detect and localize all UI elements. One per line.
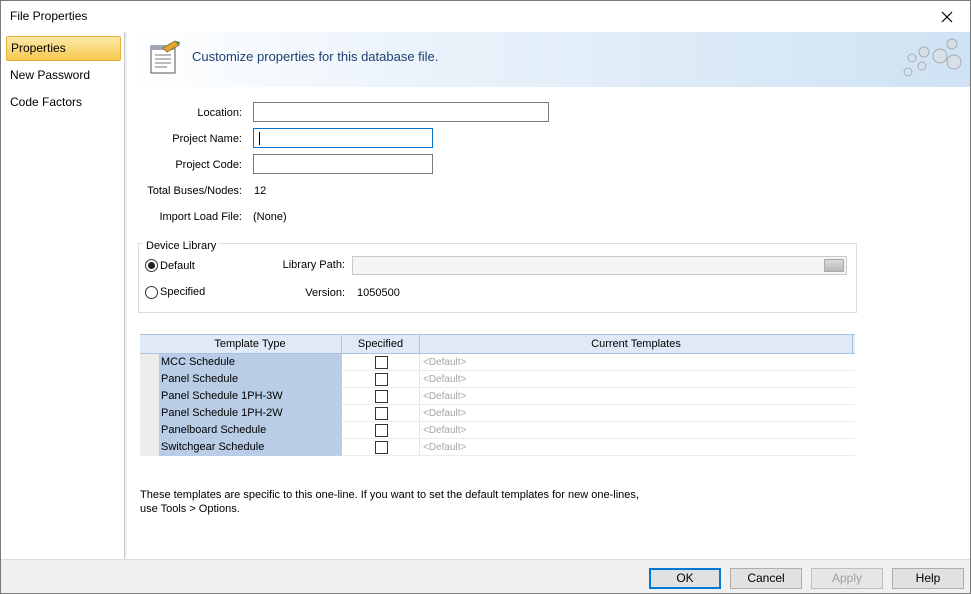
project-code-label: Project Code:: [175, 159, 242, 171]
row-header: [140, 422, 159, 439]
version-value: 1050500: [357, 287, 400, 299]
sidebar-item-new-password[interactable]: New Password: [6, 63, 121, 88]
title-bar: File Properties: [1, 1, 970, 32]
version-label: Version:: [305, 287, 345, 299]
library-path-field: [352, 256, 847, 275]
specified-checkbox[interactable]: [375, 356, 388, 369]
specified-radio[interactable]: [145, 286, 158, 299]
sidebar-item-label: Code Factors: [10, 95, 83, 109]
properties-panel: Customize properties for this database f…: [127, 32, 970, 559]
project-name-field[interactable]: [253, 128, 433, 148]
specified-radio-label[interactable]: Specified: [160, 286, 205, 298]
sidebar-item-label: Properties: [11, 41, 66, 55]
current-template-cell: <Default>: [423, 391, 467, 402]
table-row[interactable]: Panel Schedule 1PH-2W <Default>: [140, 405, 855, 422]
table-row[interactable]: Panel Schedule 1PH-3W <Default>: [140, 388, 855, 405]
template-type-cell: Panel Schedule 1PH-3W: [159, 388, 342, 405]
cancel-button[interactable]: Cancel: [730, 568, 802, 589]
column-divider: [419, 354, 420, 371]
sidebar-item-properties[interactable]: Properties: [6, 36, 121, 61]
column-divider: [419, 388, 420, 405]
template-type-cell: Switchgear Schedule: [159, 439, 342, 456]
templates-grid: Template Type Specified Current Template…: [140, 334, 855, 458]
current-template-cell: <Default>: [423, 357, 467, 368]
row-header: [140, 388, 159, 405]
grid-header: Template Type Specified Current Template…: [140, 334, 855, 354]
row-header-corner: [140, 335, 159, 354]
template-type-cell: MCC Schedule: [159, 354, 342, 371]
table-row[interactable]: Panel Schedule <Default>: [140, 371, 855, 388]
close-button[interactable]: [924, 1, 970, 32]
import-load-value: (None): [253, 211, 287, 223]
specified-checkbox[interactable]: [375, 424, 388, 437]
apply-button[interactable]: Apply: [811, 568, 883, 589]
text-caret: [259, 132, 260, 145]
sidebar-item-code-factors[interactable]: Code Factors: [6, 90, 121, 115]
decorative-circles-icon: [903, 38, 962, 77]
sidebar: Properties New Password Code Factors: [1, 32, 125, 559]
close-icon: [941, 11, 953, 22]
button-bar: OK Cancel Apply Help: [1, 559, 970, 593]
table-row[interactable]: MCC Schedule <Default>: [140, 354, 855, 371]
document-properties-icon: [150, 40, 180, 74]
import-load-label: Import Load File:: [159, 211, 242, 223]
column-divider: [419, 371, 420, 388]
device-library-group: [138, 243, 857, 313]
row-header: [140, 354, 159, 371]
specified-checkbox[interactable]: [375, 390, 388, 403]
project-name-label: Project Name:: [172, 133, 242, 145]
table-row[interactable]: Panelboard Schedule <Default>: [140, 422, 855, 439]
row-header: [140, 439, 159, 456]
header-banner: Customize properties for this database f…: [127, 32, 970, 87]
library-path-label: Library Path:: [282, 259, 345, 271]
column-header-current-templates[interactable]: Current Templates: [420, 335, 853, 354]
column-header-template-type[interactable]: Template Type: [159, 335, 342, 354]
window-title: File Properties: [10, 9, 88, 23]
project-code-field[interactable]: [253, 154, 433, 174]
template-type-cell: Panel Schedule: [159, 371, 342, 388]
specified-checkbox[interactable]: [375, 407, 388, 420]
note-line-1: These templates are specific to this one…: [140, 489, 639, 501]
help-button[interactable]: Help: [892, 568, 964, 589]
default-radio-label[interactable]: Default: [160, 260, 195, 272]
ok-button[interactable]: OK: [649, 568, 721, 589]
total-buses-value: 12: [254, 185, 267, 197]
current-template-cell: <Default>: [423, 442, 467, 453]
column-divider: [419, 422, 420, 439]
specified-checkbox[interactable]: [375, 373, 388, 386]
file-properties-dialog: File Properties Properties New Password …: [0, 0, 971, 594]
total-buses-label: Total Buses/Nodes:: [147, 185, 242, 197]
table-row[interactable]: Switchgear Schedule <Default>: [140, 439, 855, 456]
template-type-cell: Panel Schedule 1PH-2W: [159, 405, 342, 422]
location-label: Location:: [197, 107, 242, 119]
browse-folder-button: [824, 259, 844, 272]
banner-text: Customize properties for this database f…: [192, 49, 439, 64]
current-template-cell: <Default>: [423, 374, 467, 385]
location-field[interactable]: [253, 102, 549, 122]
templates-note: These templates are specific to this one…: [140, 488, 740, 516]
row-header: [140, 371, 159, 388]
current-template-cell: <Default>: [423, 408, 467, 419]
current-template-cell: <Default>: [423, 425, 467, 436]
specified-checkbox[interactable]: [375, 441, 388, 454]
column-divider: [419, 439, 420, 456]
column-header-specified[interactable]: Specified: [342, 335, 420, 354]
row-header: [140, 405, 159, 422]
sidebar-item-label: New Password: [10, 68, 91, 82]
default-radio[interactable]: [145, 259, 158, 272]
template-type-cell: Panelboard Schedule: [159, 422, 342, 439]
device-library-title: Device Library: [143, 240, 220, 252]
column-divider: [419, 405, 420, 422]
note-line-2: use Tools > Options.: [140, 503, 240, 515]
